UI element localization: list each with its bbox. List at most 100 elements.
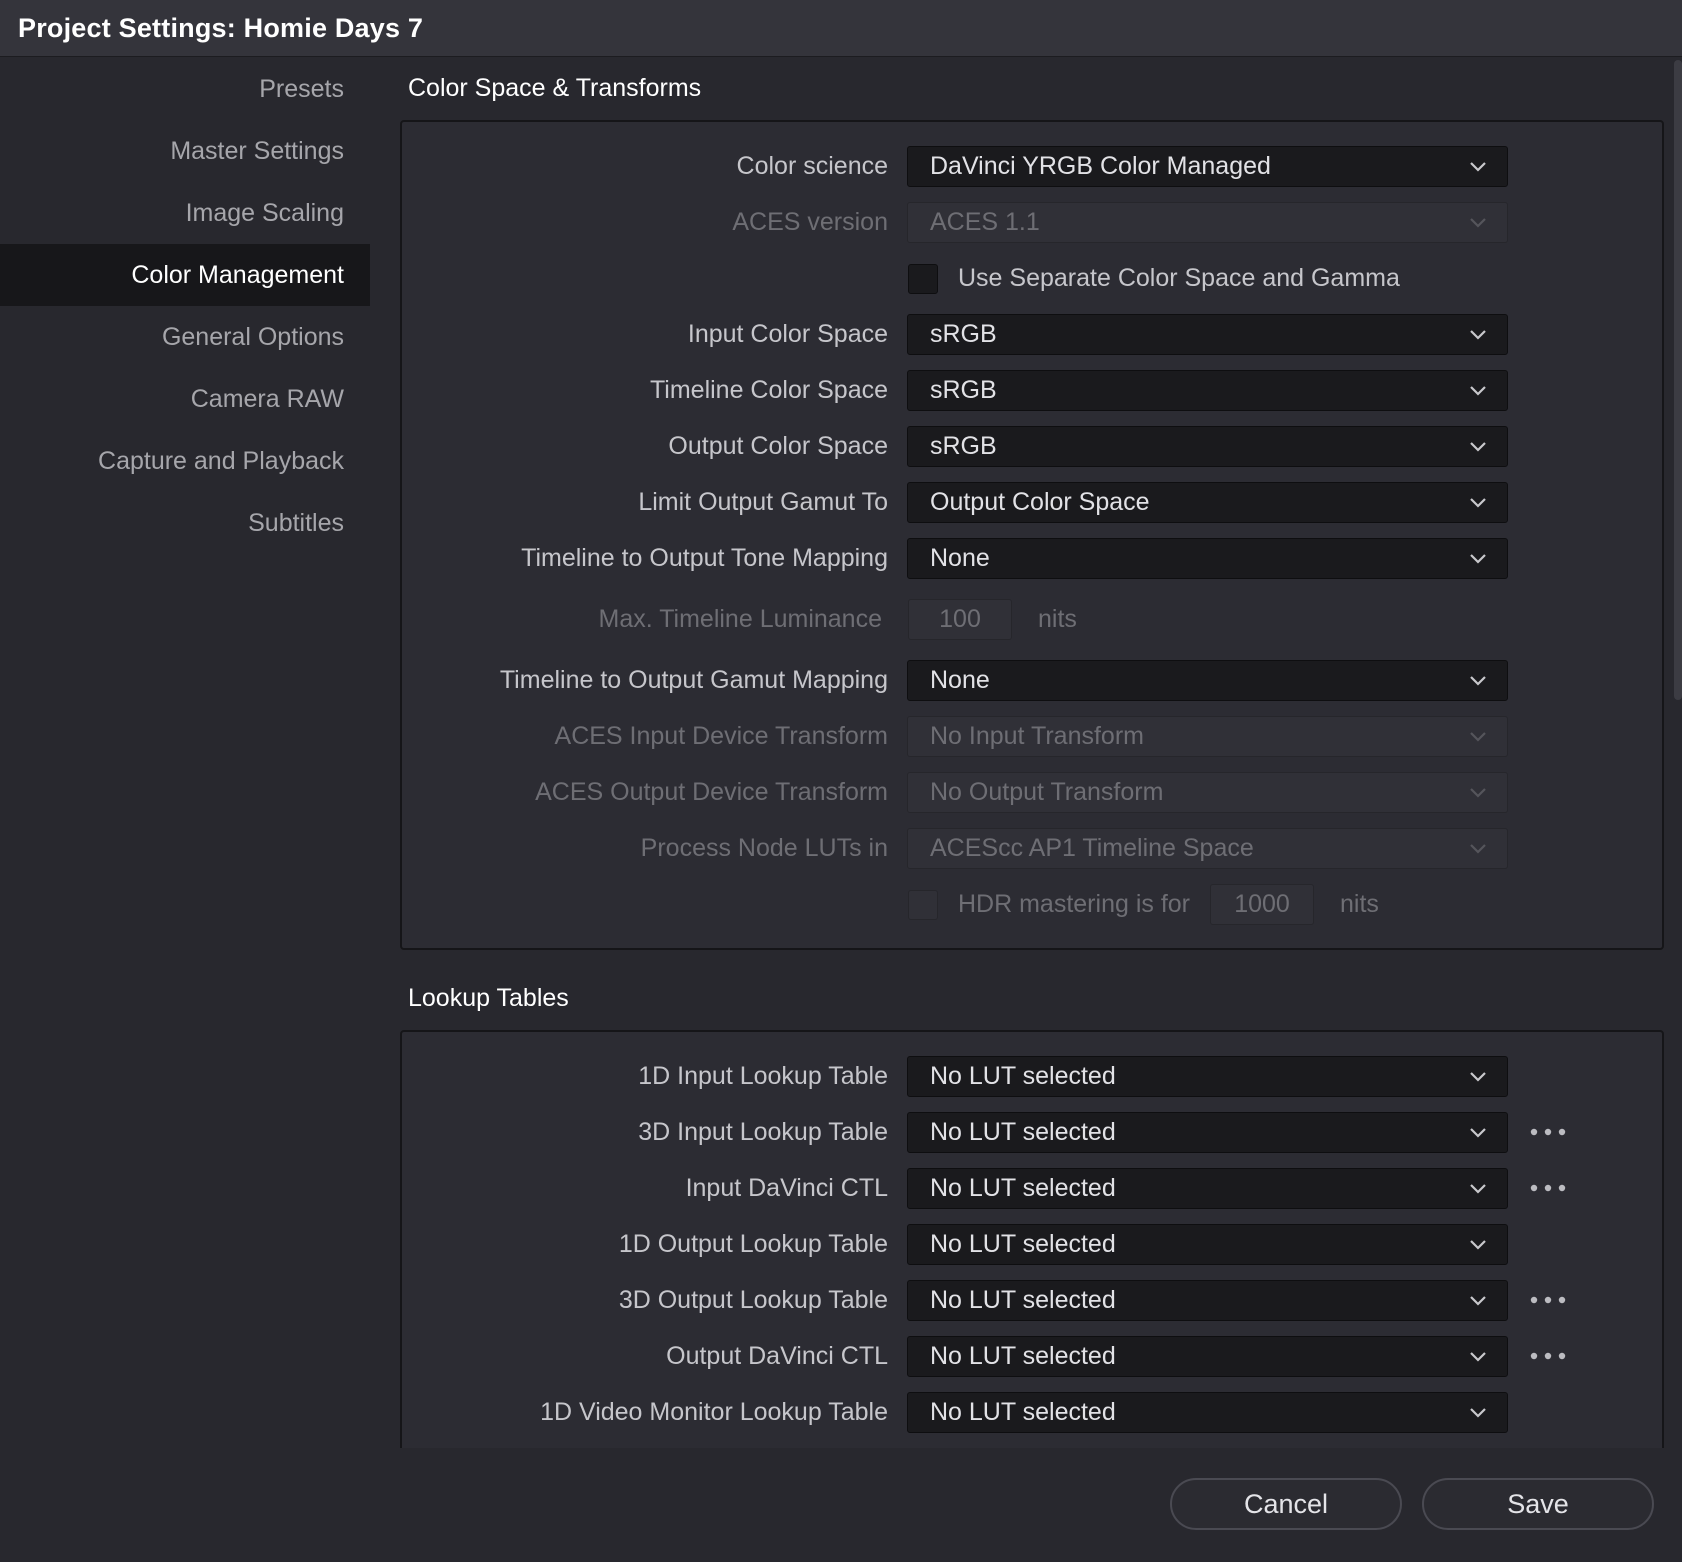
- chevron-down-icon: [1467, 1345, 1489, 1367]
- lut-1d-input-dropdown[interactable]: No LUT selected: [907, 1056, 1508, 1097]
- lut-row-label: 1D Output Lookup Table: [618, 1230, 888, 1258]
- input-ctl-dropdown[interactable]: No LUT selected: [907, 1168, 1508, 1209]
- input-color-space-dropdown[interactable]: sRGB: [907, 314, 1508, 355]
- sidebar-item-general-options[interactable]: General Options: [0, 306, 370, 368]
- output-color-space-label: Output Color Space: [668, 432, 888, 460]
- timeline-color-space-dropdown[interactable]: sRGB: [907, 370, 1508, 411]
- lut-1d-monitor-dropdown[interactable]: No LUT selected: [907, 1392, 1508, 1433]
- lut-value: No LUT selected: [930, 1342, 1116, 1370]
- sidebar-item-capture-playback[interactable]: Capture and Playback: [0, 430, 370, 492]
- process-luts-dropdown[interactable]: ACEScc AP1 Timeline Space: [907, 828, 1508, 869]
- chevron-down-icon: [1467, 435, 1489, 457]
- aces-version-dropdown[interactable]: ACES 1.1: [907, 202, 1508, 243]
- lut-1d-output-dropdown[interactable]: No LUT selected: [907, 1224, 1508, 1265]
- chevron-down-icon: [1467, 155, 1489, 177]
- lut-value: No LUT selected: [930, 1286, 1116, 1314]
- aces-idt-dropdown[interactable]: No Input Transform: [907, 716, 1508, 757]
- more-options-icon[interactable]: [1528, 1346, 1568, 1366]
- chevron-down-icon: [1467, 491, 1489, 513]
- gamut-mapping-value: None: [930, 666, 990, 694]
- timeline-color-space-value: sRGB: [930, 376, 997, 404]
- limit-gamut-dropdown[interactable]: Output Color Space: [907, 482, 1508, 523]
- lut-row-label: Output DaVinci CTL: [666, 1342, 888, 1370]
- lut-value: No LUT selected: [930, 1398, 1116, 1426]
- color-science-dropdown[interactable]: DaVinci YRGB Color Managed: [907, 146, 1508, 187]
- chevron-down-icon: [1467, 211, 1489, 233]
- lut-value: No LUT selected: [930, 1230, 1116, 1258]
- max-luminance-unit: nits: [1038, 605, 1077, 633]
- timeline-color-space-label: Timeline Color Space: [649, 376, 888, 404]
- hdr-mastering-unit: nits: [1340, 890, 1379, 918]
- separate-gamma-label: Use Separate Color Space and Gamma: [958, 264, 1400, 292]
- process-luts-value: ACEScc AP1 Timeline Space: [930, 834, 1254, 862]
- tone-mapping-label: Timeline to Output Tone Mapping: [521, 544, 888, 572]
- section-title-lookup-tables: Lookup Tables: [408, 984, 569, 1012]
- vertical-scrollbar[interactable]: [1674, 60, 1682, 700]
- sidebar-item-presets[interactable]: Presets: [0, 58, 370, 120]
- color-science-value: DaVinci YRGB Color Managed: [930, 152, 1271, 180]
- sidebar-item-color-management[interactable]: Color Management: [0, 244, 370, 306]
- aces-idt-value: No Input Transform: [930, 722, 1144, 750]
- aces-odt-dropdown[interactable]: No Output Transform: [907, 772, 1508, 813]
- limit-gamut-value: Output Color Space: [930, 488, 1150, 516]
- more-options-icon[interactable]: [1528, 1290, 1568, 1310]
- sidebar-item-camera-raw[interactable]: Camera RAW: [0, 368, 370, 430]
- section-title-color-space: Color Space & Transforms: [408, 74, 702, 102]
- aces-version-label: ACES version: [732, 208, 888, 236]
- chevron-down-icon: [1467, 1233, 1489, 1255]
- chevron-down-icon: [1467, 379, 1489, 401]
- output-ctl-dropdown[interactable]: No LUT selected: [907, 1336, 1508, 1377]
- hdr-mastering-input[interactable]: 1000: [1210, 884, 1314, 925]
- aces-version-value: ACES 1.1: [930, 208, 1040, 236]
- separate-gamma-checkbox[interactable]: [908, 264, 938, 294]
- chevron-down-icon: [1467, 1177, 1489, 1199]
- chevron-down-icon: [1467, 837, 1489, 859]
- chevron-down-icon: [1467, 1401, 1489, 1423]
- color-science-label: Color science: [736, 152, 888, 180]
- chevron-down-icon: [1467, 781, 1489, 803]
- limit-gamut-label: Limit Output Gamut To: [638, 488, 888, 516]
- sidebar-item-image-scaling[interactable]: Image Scaling: [0, 182, 370, 244]
- lut-row-label: Input DaVinci CTL: [685, 1174, 888, 1202]
- title-bar: Project Settings: Homie Days 7: [0, 0, 1682, 57]
- input-color-space-label: Input Color Space: [687, 320, 888, 348]
- lut-value: No LUT selected: [930, 1174, 1116, 1202]
- aces-odt-label: ACES Output Device Transform: [535, 778, 888, 806]
- hdr-mastering-checkbox[interactable]: [908, 890, 938, 920]
- aces-idt-label: ACES Input Device Transform: [554, 722, 888, 750]
- lut-value: No LUT selected: [930, 1118, 1116, 1146]
- output-color-space-dropdown[interactable]: sRGB: [907, 426, 1508, 467]
- lut-row-label: 1D Input Lookup Table: [638, 1062, 888, 1090]
- process-luts-label: Process Node LUTs in: [640, 834, 888, 862]
- lut-row-label: 3D Output Lookup Table: [618, 1286, 888, 1314]
- hdr-mastering-label: HDR mastering is for: [958, 890, 1190, 918]
- window-title: Project Settings: Homie Days 7: [18, 13, 424, 43]
- chevron-down-icon: [1467, 725, 1489, 747]
- output-color-space-value: sRGB: [930, 432, 997, 460]
- more-options-icon[interactable]: [1528, 1178, 1568, 1198]
- lut-row-label: 1D Video Monitor Lookup Table: [540, 1398, 888, 1426]
- gamut-mapping-dropdown[interactable]: None: [907, 660, 1508, 701]
- max-luminance-input[interactable]: 100: [908, 599, 1012, 640]
- sidebar-item-master-settings[interactable]: Master Settings: [0, 120, 370, 182]
- more-options-icon[interactable]: [1528, 1122, 1568, 1142]
- chevron-down-icon: [1467, 1121, 1489, 1143]
- input-color-space-value: sRGB: [930, 320, 997, 348]
- tone-mapping-dropdown[interactable]: None: [907, 538, 1508, 579]
- max-luminance-label: Max. Timeline Luminance: [598, 605, 882, 633]
- settings-sidebar: Presets Master Settings Image Scaling Co…: [0, 58, 370, 1448]
- chevron-down-icon: [1467, 1065, 1489, 1087]
- save-button[interactable]: Save: [1422, 1478, 1654, 1530]
- sidebar-item-subtitles[interactable]: Subtitles: [0, 492, 370, 554]
- color-space-panel: [400, 120, 1664, 950]
- lut-3d-input-dropdown[interactable]: No LUT selected: [907, 1112, 1508, 1153]
- lut-row-label: 3D Input Lookup Table: [638, 1118, 888, 1146]
- lut-3d-output-dropdown[interactable]: No LUT selected: [907, 1280, 1508, 1321]
- aces-odt-value: No Output Transform: [930, 778, 1164, 806]
- chevron-down-icon: [1467, 669, 1489, 691]
- chevron-down-icon: [1467, 323, 1489, 345]
- chevron-down-icon: [1467, 547, 1489, 569]
- cancel-button[interactable]: Cancel: [1170, 1478, 1402, 1530]
- lut-value: No LUT selected: [930, 1062, 1116, 1090]
- tone-mapping-value: None: [930, 544, 990, 572]
